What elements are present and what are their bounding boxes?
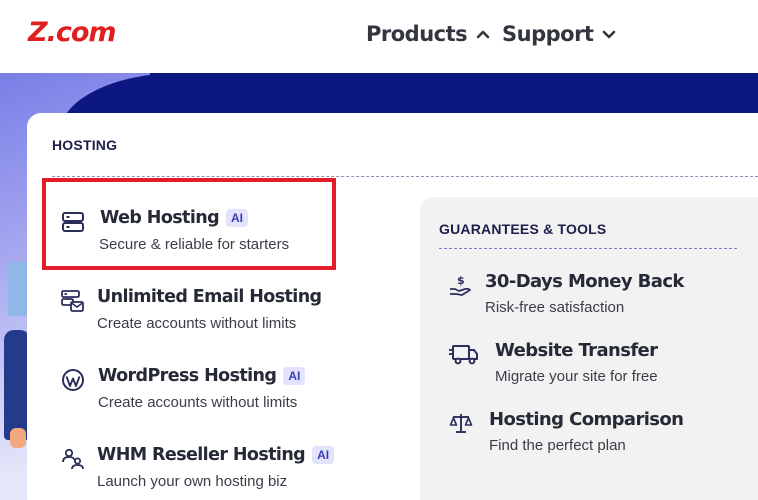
ai-badge: AI <box>283 367 306 385</box>
top-navigation-bar: Z.com Products Support <box>0 0 758 73</box>
scale-icon <box>449 414 473 433</box>
nav-support[interactable]: Support <box>502 18 617 50</box>
chevron-up-icon <box>476 30 490 39</box>
tool-desc: Risk-free satisfaction <box>485 299 625 316</box>
nav-products[interactable]: Products <box>366 18 491 50</box>
svg-text:$: $ <box>457 274 465 287</box>
transfer-truck-icon <box>449 345 478 365</box>
tool-desc: Migrate your site for free <box>495 368 658 385</box>
guarantees-tools-title: GUARANTEES & TOOLS <box>439 221 607 237</box>
ai-badge: AI <box>312 446 335 464</box>
hero-navy-band <box>150 73 758 118</box>
zcom-logo[interactable]: Z.com <box>28 18 117 48</box>
hosting-section-title: HOSTING <box>52 137 118 153</box>
menu-item-desc: Create accounts without limits <box>97 315 297 332</box>
menu-item-desc: Create accounts without limits <box>98 394 298 411</box>
tools-divider <box>439 248 737 249</box>
whm-reseller-hosting-label: WHM Reseller Hosting <box>97 445 306 465</box>
reseller-users-icon <box>62 448 84 470</box>
tool-title: Hosting Comparison <box>489 409 684 430</box>
money-back-icon: $ <box>450 274 471 296</box>
menu-item-desc: Launch your own hosting biz <box>97 473 288 490</box>
tool-desc: Find the perfect plan <box>489 437 626 454</box>
menu-item-title: WordPress Hosting AI <box>98 366 306 386</box>
tool-title: Website Transfer <box>495 340 658 361</box>
menu-item-title: WHM Reseller Hosting AI <box>97 445 335 465</box>
nav-products-label: Products <box>366 22 468 46</box>
section-divider <box>52 176 758 177</box>
unlimited-email-hosting-label: Unlimited Email Hosting <box>97 287 322 307</box>
tool-title: 30-Days Money Back <box>485 271 684 292</box>
menu-item-title: Unlimited Email Hosting <box>97 287 322 307</box>
nav-support-label: Support <box>502 22 594 46</box>
wordpress-icon <box>62 369 84 391</box>
email-server-icon <box>61 290 84 312</box>
highlight-box <box>42 178 336 270</box>
illustration-hand <box>10 428 26 448</box>
wordpress-hosting-label: WordPress Hosting <box>98 366 277 386</box>
chevron-down-icon <box>603 30 616 39</box>
